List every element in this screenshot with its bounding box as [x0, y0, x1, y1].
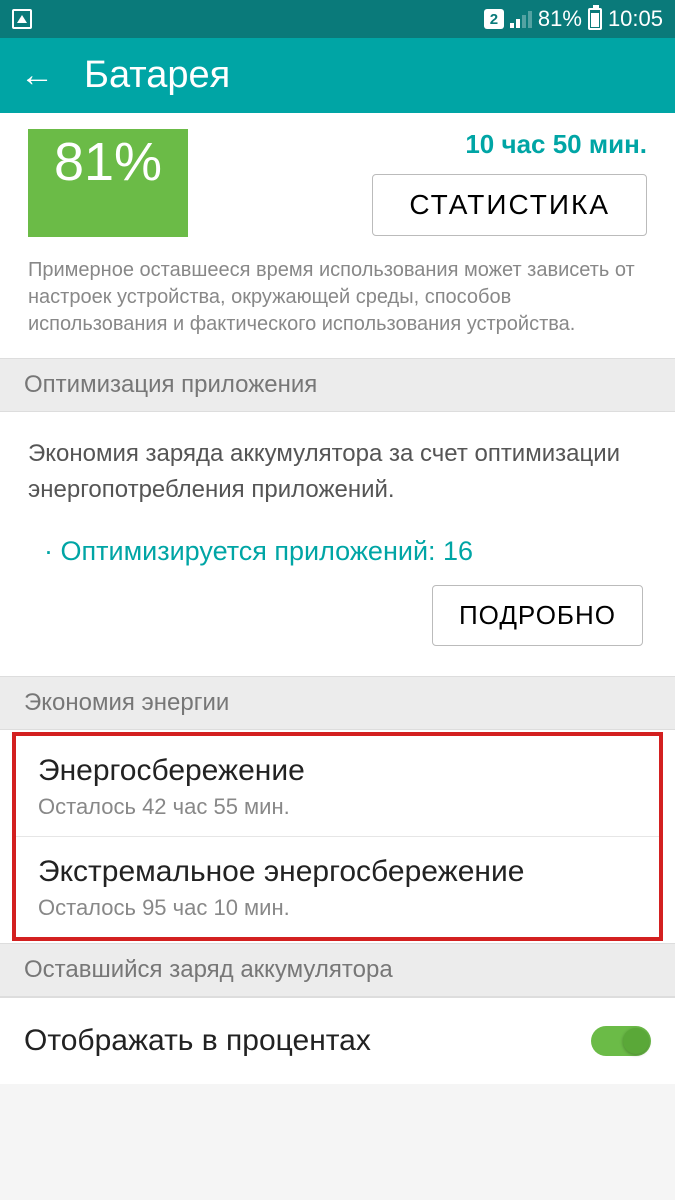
battery-percent: 81%	[538, 6, 582, 32]
item-title: Энергосбережение	[38, 754, 637, 788]
section-power-saving-header: Экономия энергии	[0, 676, 675, 730]
status-bar: 2 81% 10:05	[0, 0, 675, 38]
highlighted-options: Энергосбережение Осталось 42 час 55 мин.…	[12, 732, 663, 941]
optimization-body[interactable]: Экономия заряда аккумулятора за счет опт…	[0, 412, 675, 676]
toggle-label: Отображать в процентах	[24, 1024, 371, 1058]
optimization-description: Экономия заряда аккумулятора за счет опт…	[28, 436, 647, 508]
item-subtitle: Осталось 42 час 55 мин.	[38, 794, 637, 820]
battery-icon	[588, 8, 602, 30]
app-header: ← Батарея	[0, 38, 675, 113]
screenshot-icon	[12, 9, 32, 29]
usage-note: Примерное оставшееся время использования…	[0, 247, 675, 358]
page-title: Батарея	[84, 54, 230, 97]
signal-icon	[510, 10, 532, 28]
toggle-switch[interactable]	[591, 1026, 651, 1056]
battery-percent-box: 81%	[28, 129, 188, 237]
section-remaining-charge-header: Оставшийся заряд аккумулятора	[0, 943, 675, 997]
back-icon[interactable]: ←	[20, 56, 54, 95]
item-title: Экстремальное энергосбережение	[38, 855, 637, 889]
optimization-count: · Оптимизируется приложений: 16	[44, 536, 647, 567]
detail-button[interactable]: ПОДРОБНО	[432, 585, 643, 646]
section-optimization-header: Оптимизация приложения	[0, 358, 675, 412]
sim-badge: 2	[484, 9, 504, 29]
clock: 10:05	[608, 6, 663, 32]
item-subtitle: Осталось 95 час 10 мин.	[38, 895, 637, 921]
extreme-power-saving-item[interactable]: Экстремальное энергосбережение Осталось …	[16, 837, 659, 937]
statistics-button[interactable]: СТАТИСТИКА	[372, 174, 647, 236]
show-percent-row[interactable]: Отображать в процентах	[0, 997, 675, 1084]
remaining-time: 10 час 50 мин.	[465, 129, 647, 160]
battery-overview: 81% 10 час 50 мин. СТАТИСТИКА	[0, 113, 675, 247]
power-saving-item[interactable]: Энергосбережение Осталось 42 час 55 мин.	[16, 736, 659, 837]
